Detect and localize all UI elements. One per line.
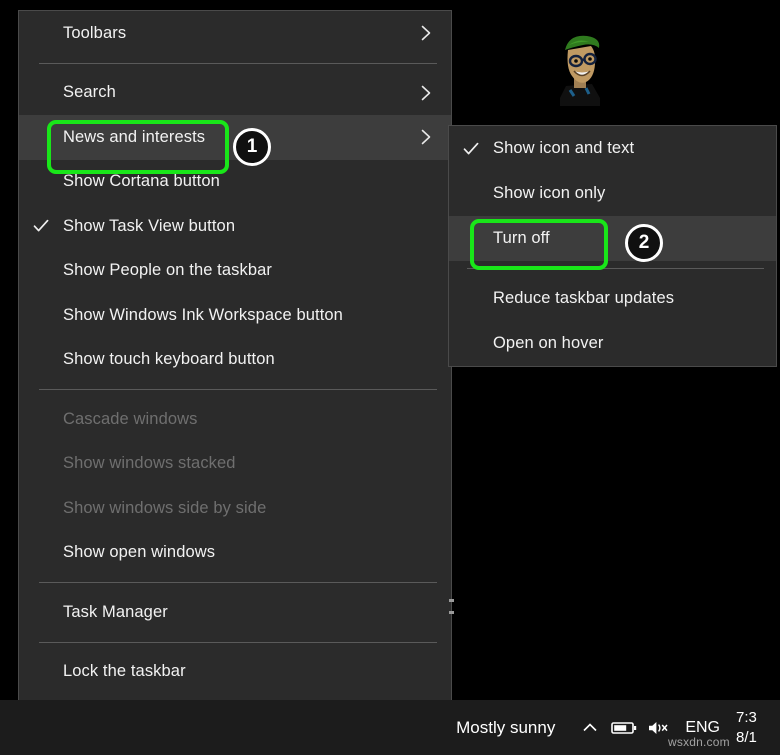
menu-item-show-open-windows[interactable]: Show open windows xyxy=(19,531,451,576)
menu-edge-marker-1 xyxy=(449,599,454,602)
menu-separator xyxy=(39,642,437,643)
menu-edge-marker-2 xyxy=(449,611,454,614)
windows-taskbar[interactable]: Mostly sunny ENG 7:3 8/1 xyxy=(0,700,780,755)
menu-item-label: Show windows side by side xyxy=(63,499,413,518)
menu-item-label: Show People on the taskbar xyxy=(63,261,413,280)
checkmark-icon xyxy=(449,126,493,171)
taskbar-language-indicator[interactable]: ENG xyxy=(675,719,730,737)
menu-item-icon-slot xyxy=(19,160,63,205)
taskbar-clock-time: 7:3 xyxy=(736,708,780,727)
submenu-item-label: Show icon only xyxy=(493,184,764,203)
menu-item-icon-slot xyxy=(19,486,63,531)
menu-item-search[interactable]: Search xyxy=(19,71,451,116)
menu-item-toolbars[interactable]: Toolbars xyxy=(19,11,451,56)
submenu-item-icon-slot xyxy=(449,276,493,321)
submenu-item-reduce-taskbar-updates[interactable]: Reduce taskbar updates xyxy=(449,276,776,321)
submenu-item-icon-slot xyxy=(449,321,493,366)
menu-item-show-windows-ink-workspace-button[interactable]: Show Windows Ink Workspace button xyxy=(19,293,451,338)
menu-item-label: Show Cortana button xyxy=(63,172,413,191)
taskbar-system-tray[interactable]: Mostly sunny ENG 7:3 8/1 xyxy=(456,700,780,755)
step-badge-1: 1 xyxy=(233,128,271,166)
menu-item-show-touch-keyboard-button[interactable]: Show touch keyboard button xyxy=(19,338,451,383)
submenu-item-turn-off[interactable]: Turn off xyxy=(449,216,776,261)
submenu-item-show-icon-only[interactable]: Show icon only xyxy=(449,171,776,216)
menu-item-label: Lock the taskbar xyxy=(63,662,413,681)
submenu-separator xyxy=(467,268,764,269)
news-and-interests-submenu[interactable]: Show icon and text Show icon only Turn off… xyxy=(448,125,777,367)
menu-item-icon-slot xyxy=(19,531,63,576)
watermark: wsxdn.com xyxy=(668,735,730,749)
taskbar-clock[interactable]: 7:3 8/1 xyxy=(730,708,780,746)
menu-item-show-windows-side-by-side: Show windows side by side xyxy=(19,486,451,531)
submenu-item-label: Reduce taskbar updates xyxy=(493,289,764,308)
menu-item-label: Show open windows xyxy=(63,543,413,562)
menu-item-show-task-view-button[interactable]: Show Task View button xyxy=(19,204,451,249)
taskbar-clock-date: 8/1 xyxy=(736,728,780,747)
menu-item-icon-slot xyxy=(19,71,63,116)
step-badge-2: 2 xyxy=(625,224,663,262)
submenu-item-icon-slot xyxy=(449,216,493,261)
menu-item-icon-slot xyxy=(19,11,63,56)
menu-item-show-windows-stacked: Show windows stacked xyxy=(19,442,451,487)
menu-item-icon-slot xyxy=(19,442,63,487)
submenu-item-show-icon-and-text[interactable]: Show icon and text xyxy=(449,126,776,171)
cartoon-avatar-picture xyxy=(548,28,612,106)
menu-separator xyxy=(39,63,437,64)
menu-item-label: Search xyxy=(63,83,413,102)
menu-item-lock-the-taskbar[interactable]: Lock the taskbar xyxy=(19,650,451,695)
checkmark-icon xyxy=(19,204,63,249)
menu-item-show-cortana-button[interactable]: Show Cortana button xyxy=(19,160,451,205)
menu-separator xyxy=(39,582,437,583)
chevron-right-icon xyxy=(413,83,439,103)
menu-item-label: Task Manager xyxy=(63,603,413,622)
menu-item-label: Show Task View button xyxy=(63,217,413,236)
submenu-item-icon-slot xyxy=(449,171,493,216)
menu-item-label: Show windows stacked xyxy=(63,454,413,473)
menu-item-label: Show Windows Ink Workspace button xyxy=(63,306,413,325)
taskbar-weather-label[interactable]: Mostly sunny xyxy=(456,718,573,738)
menu-item-icon-slot xyxy=(19,397,63,442)
menu-item-icon-slot xyxy=(19,650,63,695)
menu-item-icon-slot xyxy=(19,115,63,160)
chevron-right-icon xyxy=(413,127,439,147)
menu-item-label: Cascade windows xyxy=(63,410,413,429)
menu-separator xyxy=(39,389,437,390)
menu-item-task-manager[interactable]: Task Manager xyxy=(19,590,451,635)
submenu-item-label: Open on hover xyxy=(493,334,764,353)
menu-item-icon-slot xyxy=(19,293,63,338)
taskbar-context-menu[interactable]: ToolbarsSearchNews and interestsShow Cor… xyxy=(18,10,452,740)
menu-item-cascade-windows: Cascade windows xyxy=(19,397,451,442)
chevron-up-icon[interactable] xyxy=(573,700,607,755)
menu-item-show-people-on-the-taskbar[interactable]: Show People on the taskbar xyxy=(19,249,451,294)
menu-item-label: Show touch keyboard button xyxy=(63,350,413,369)
menu-item-icon-slot xyxy=(19,338,63,383)
menu-item-icon-slot xyxy=(19,249,63,294)
submenu-item-label: Show icon and text xyxy=(493,139,764,158)
menu-item-icon-slot xyxy=(19,590,63,635)
chevron-right-icon xyxy=(413,23,439,43)
battery-icon[interactable] xyxy=(607,700,641,755)
submenu-item-open-on-hover[interactable]: Open on hover xyxy=(449,321,776,366)
menu-item-label: Toolbars xyxy=(63,24,413,43)
